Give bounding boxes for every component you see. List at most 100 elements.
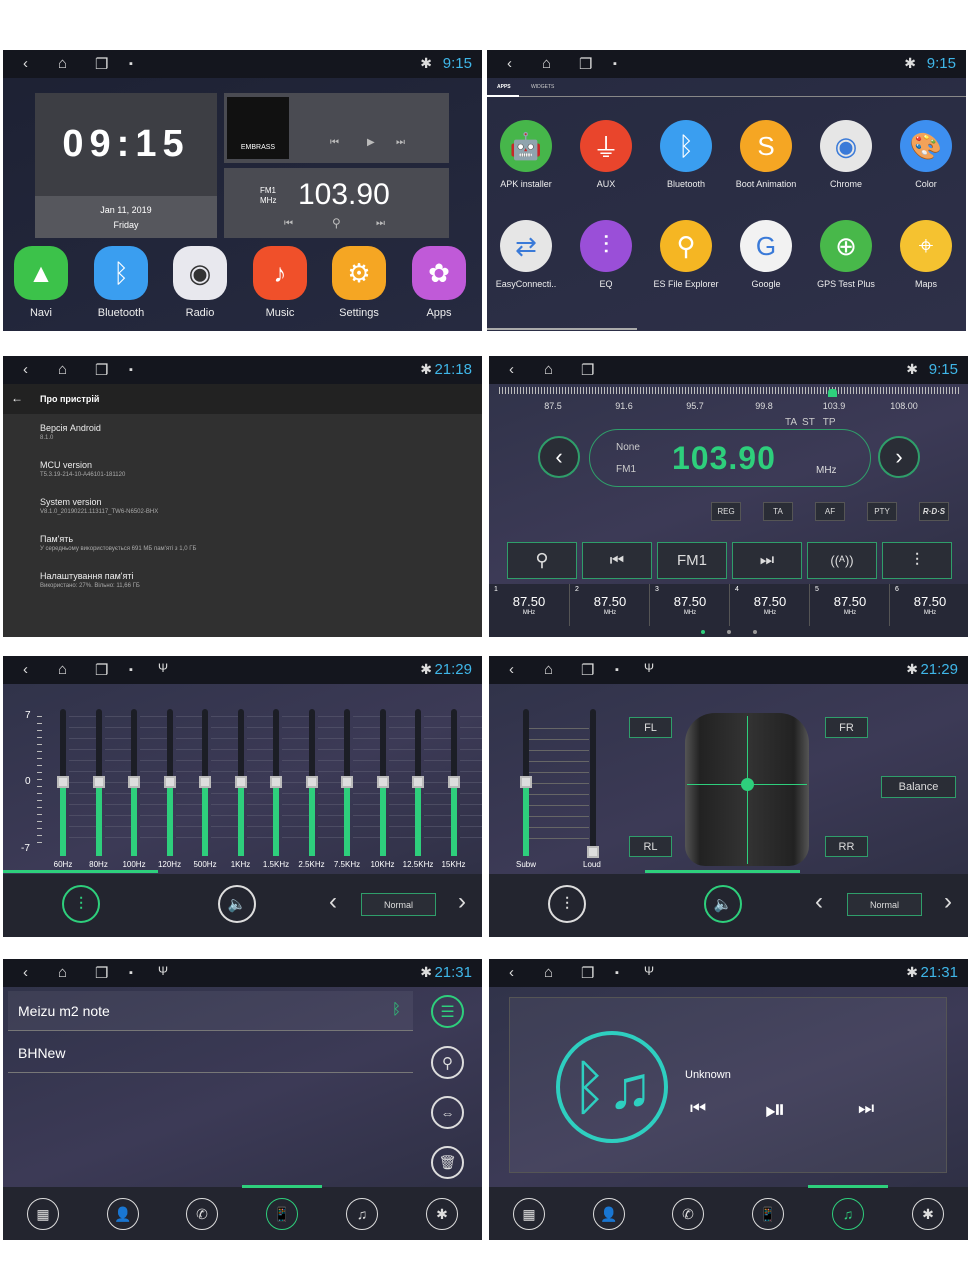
preset-prev-button[interactable]: ‹ bbox=[329, 888, 337, 916]
app-eq[interactable]: ⫶ bbox=[580, 220, 632, 272]
next-track-button[interactable]: ⏭ bbox=[858, 1098, 874, 1119]
search-icon[interactable]: ⚲ bbox=[332, 216, 341, 230]
search-button[interactable]: ⚲ bbox=[507, 542, 577, 579]
band-knob[interactable] bbox=[57, 776, 69, 788]
eq-mode-button[interactable]: ⫶ bbox=[548, 885, 586, 923]
page-dot[interactable] bbox=[727, 630, 731, 634]
nav-contacts-button[interactable]: 👤 bbox=[107, 1198, 139, 1230]
play-icon[interactable]: ▶ bbox=[367, 137, 375, 148]
previous-track-button[interactable]: ⏮ bbox=[690, 1098, 706, 1119]
back-icon[interactable]: ‹ bbox=[509, 661, 514, 678]
option-ta[interactable]: TA bbox=[763, 502, 793, 521]
settings-item[interactable]: System version V8.1.0_20190221.113117_TW6… bbox=[40, 497, 158, 515]
app-color[interactable]: 🎨 bbox=[900, 120, 952, 172]
back-icon[interactable]: ‹ bbox=[23, 964, 28, 981]
back-icon[interactable]: ‹ bbox=[507, 55, 512, 72]
recents-icon[interactable]: ❐ bbox=[95, 361, 108, 379]
seek-forward-icon[interactable]: ⏭ bbox=[376, 218, 385, 229]
band-button[interactable]: FM1 bbox=[657, 542, 727, 579]
recents-icon[interactable]: ❐ bbox=[95, 964, 108, 982]
app-bluetooth[interactable]: ᛒ bbox=[660, 120, 712, 172]
band-knob[interactable] bbox=[234, 776, 247, 788]
frequency-marker[interactable] bbox=[828, 389, 837, 397]
nav-keypad-button[interactable]: ▦ bbox=[513, 1198, 545, 1230]
band-knob[interactable] bbox=[128, 776, 140, 788]
home-icon[interactable]: ⌂ bbox=[58, 964, 67, 981]
back-icon[interactable]: ‹ bbox=[509, 361, 514, 378]
band-knob[interactable] bbox=[199, 776, 211, 788]
option-reg[interactable]: REG bbox=[711, 502, 741, 521]
band-knob[interactable] bbox=[341, 776, 353, 788]
app-aux[interactable]: ⏚ bbox=[580, 120, 632, 172]
previous-track-icon[interactable]: ⏮ bbox=[330, 137, 339, 148]
loudness-slider[interactable] bbox=[590, 709, 596, 856]
antenna-button[interactable]: ((ᴬ)) bbox=[807, 542, 877, 579]
play-pause-button[interactable]: ⏯ bbox=[765, 1094, 786, 1126]
recents-icon[interactable]: ❐ bbox=[95, 661, 108, 679]
preset-prev-button[interactable]: ‹ bbox=[815, 888, 823, 916]
clock-widget[interactable]: 09:15 bbox=[35, 93, 217, 196]
preset-6[interactable]: 6 87.50 MHz bbox=[889, 584, 968, 626]
settings-item[interactable]: Налаштування пам'яті Використано: 27%. Ві… bbox=[40, 571, 140, 589]
recents-icon[interactable]: ❐ bbox=[579, 55, 592, 73]
music-widget[interactable]: EMBRASS ⏮ ▶ ⏭ bbox=[224, 93, 449, 163]
home-icon[interactable]: ⌂ bbox=[58, 361, 67, 378]
recents-icon[interactable]: ❐ bbox=[581, 661, 594, 679]
rear-left-button[interactable]: RL bbox=[629, 836, 672, 857]
band-knob[interactable] bbox=[447, 776, 460, 788]
back-arrow-icon[interactable]: ← bbox=[11, 391, 23, 405]
recents-icon[interactable]: ❐ bbox=[581, 964, 594, 982]
back-icon[interactable]: ‹ bbox=[23, 55, 28, 72]
app-boot-animation[interactable]: S bbox=[740, 120, 792, 172]
preset-5[interactable]: 5 87.50 MHz bbox=[809, 584, 889, 626]
device-row[interactable]: BHNew bbox=[8, 1033, 413, 1073]
eq-preset-selector[interactable]: Normal bbox=[361, 893, 436, 916]
option-rds[interactable]: R·D·S bbox=[919, 502, 949, 521]
equalizer-button[interactable]: ⫶ bbox=[882, 542, 952, 579]
settings-item[interactable]: Пам'ять У середньому використовується 691… bbox=[40, 534, 196, 552]
app-google[interactable]: G bbox=[740, 220, 792, 272]
band-knob[interactable] bbox=[270, 776, 282, 788]
band-knob[interactable] bbox=[305, 776, 318, 788]
balance-point[interactable] bbox=[741, 778, 754, 791]
sound-field-button[interactable]: 🔈 bbox=[704, 885, 742, 923]
preset-next-button[interactable]: › bbox=[458, 888, 466, 916]
option-pty[interactable]: PTY bbox=[867, 502, 897, 521]
back-icon[interactable]: ‹ bbox=[23, 361, 28, 378]
recents-icon[interactable]: ❐ bbox=[581, 361, 594, 379]
home-icon[interactable]: ⌂ bbox=[542, 55, 551, 72]
sound-field-button[interactable]: 🔈 bbox=[218, 885, 256, 923]
search-devices-button[interactable]: ⚲ bbox=[431, 1046, 464, 1079]
front-right-button[interactable]: FR bbox=[825, 717, 868, 738]
settings-item[interactable]: MCU version T5.3.19-214-10-A46101-181120 bbox=[40, 460, 125, 478]
tab-apps[interactable]: APPS bbox=[497, 84, 511, 90]
app-radio[interactable]: ◉ bbox=[173, 246, 227, 300]
home-icon[interactable]: ⌂ bbox=[544, 964, 553, 981]
eq-preset-selector[interactable]: Normal bbox=[847, 893, 922, 916]
page-dot[interactable] bbox=[753, 630, 757, 634]
subwoofer-knob[interactable] bbox=[520, 776, 532, 788]
back-icon[interactable]: ‹ bbox=[509, 964, 514, 981]
preset-next-button[interactable]: › bbox=[944, 888, 952, 916]
nav-phone-button[interactable]: ✆ bbox=[186, 1198, 218, 1230]
app-easyconnecti-[interactable]: ⇄ bbox=[500, 220, 552, 272]
app-settings[interactable]: ⚙ bbox=[332, 246, 386, 300]
nav-music-button[interactable]: ♫ bbox=[346, 1198, 378, 1230]
app-apps[interactable]: ✿ bbox=[412, 246, 466, 300]
app-navi[interactable]: ▲ bbox=[14, 246, 68, 300]
rear-right-button[interactable]: RR bbox=[825, 836, 868, 857]
nav-bluetooth-settings-button[interactable]: ✱ bbox=[912, 1198, 944, 1230]
front-left-button[interactable]: FL bbox=[629, 717, 672, 738]
app-chrome[interactable]: ◉ bbox=[820, 120, 872, 172]
nav-keypad-button[interactable]: ▦ bbox=[27, 1198, 59, 1230]
nav-phone-bluetooth-button[interactable]: 📱 bbox=[266, 1198, 298, 1230]
seek-up-button[interactable]: › bbox=[878, 436, 920, 478]
app-bluetooth[interactable]: ᛒ bbox=[94, 246, 148, 300]
home-icon[interactable]: ⌂ bbox=[544, 361, 553, 378]
balance-reset-button[interactable]: Balance bbox=[881, 776, 956, 798]
device-row[interactable]: Meizu m2 note ᛒ bbox=[8, 991, 413, 1031]
app-music[interactable]: ♪ bbox=[253, 246, 307, 300]
home-icon[interactable]: ⌂ bbox=[58, 55, 67, 72]
recents-icon[interactable]: ❐ bbox=[95, 55, 108, 73]
preset-2[interactable]: 2 87.50 MHz bbox=[569, 584, 649, 626]
